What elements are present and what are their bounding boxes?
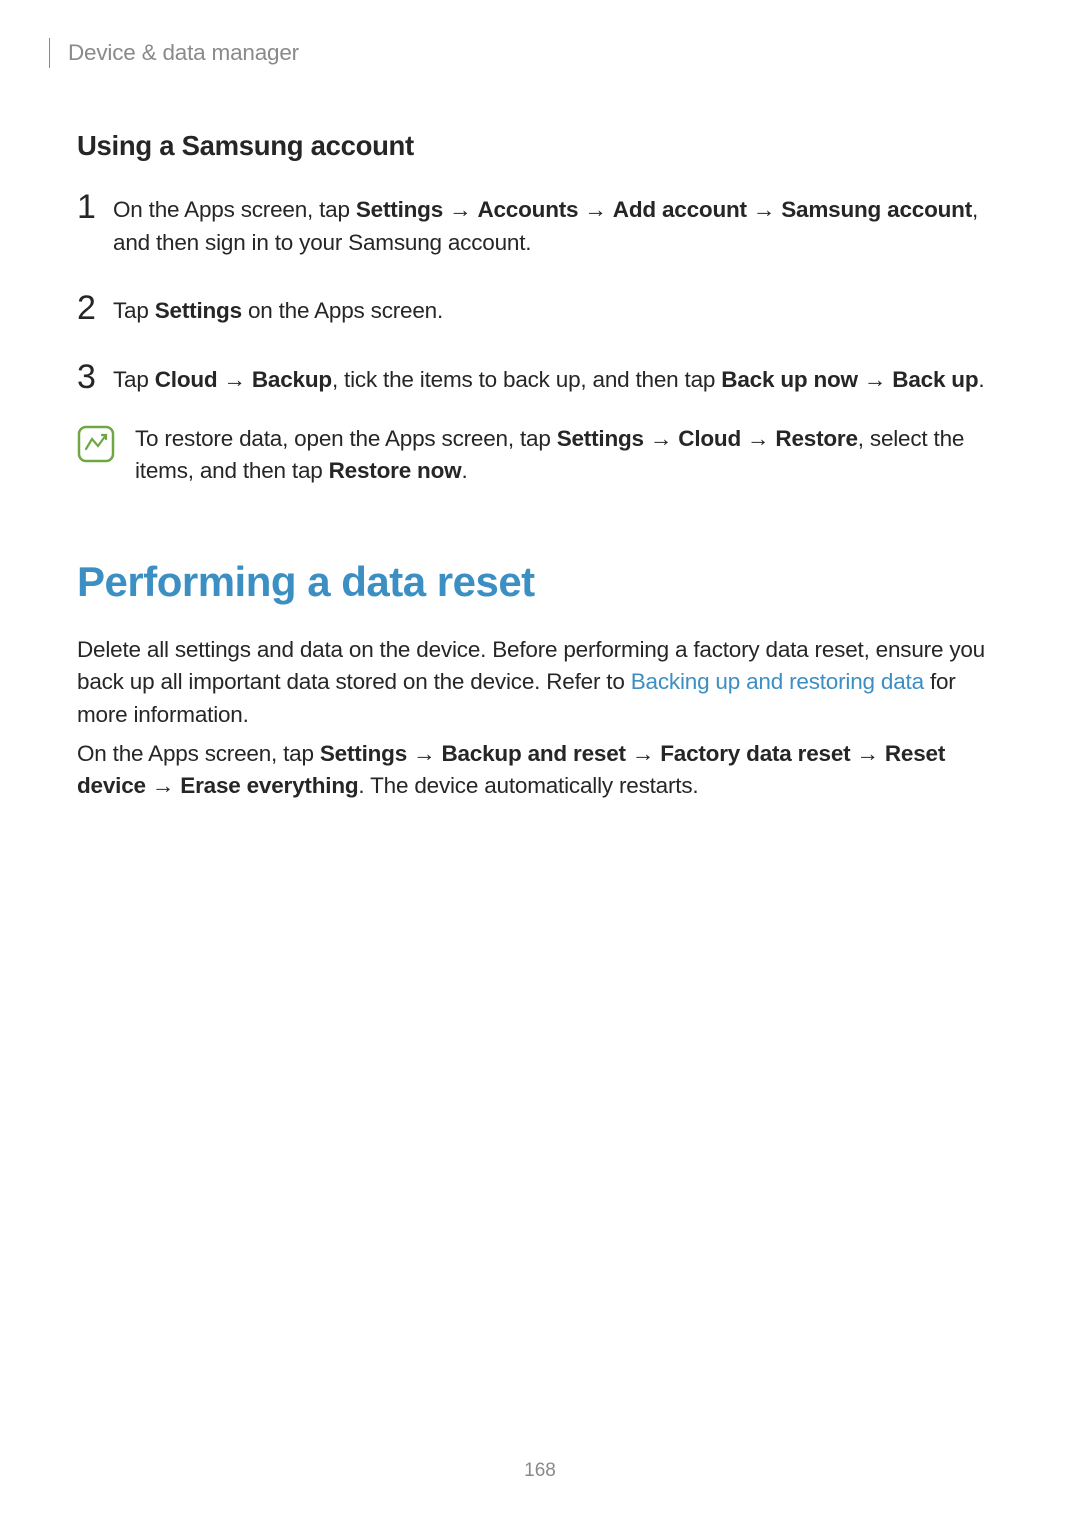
text-fragment: Tap [113,367,155,392]
bold-add-account: Add account [613,197,747,222]
bold-cloud: Cloud [155,367,218,392]
page-number: 168 [0,1460,1080,1482]
bold-accounts: Accounts [477,197,578,222]
bold-back-up: Back up [892,367,978,392]
body-paragraph: On the Apps screen, tap Settings → Backu… [77,738,1003,803]
note-icon [77,425,115,463]
note-block: To restore data, open the Apps screen, t… [77,423,1003,488]
step-text: Tap Cloud → Backup, tick the items to ba… [113,364,1003,397]
step-1: 1 On the Apps screen, tap Settings → Acc… [77,194,1003,259]
step-number: 3 [77,360,113,394]
header-divider [49,38,50,68]
arrow: → [217,367,251,392]
text-fragment: , tick the items to back up, and then ta… [332,367,721,392]
bold-samsung-account: Samsung account [781,197,972,222]
text-fragment: . [978,367,984,392]
text-fragment: . The device automatically restarts. [358,773,698,798]
bold-cloud: Cloud [678,426,741,451]
major-heading-data-reset: Performing a data reset [77,558,1003,606]
step-2: 2 Tap Settings on the Apps screen. [77,295,1003,328]
step-3: 3 Tap Cloud → Backup, tick the items to … [77,364,1003,397]
section-heading-samsung-account: Using a Samsung account [77,130,1003,162]
arrow: → [747,197,781,222]
bold-restore-now: Restore now [329,458,462,483]
step-number: 2 [77,291,113,325]
arrow: → [741,426,775,451]
bold-settings: Settings [557,426,644,451]
arrow: → [578,197,612,222]
bold-factory-reset: Factory data reset [660,741,850,766]
breadcrumb: Device & data manager [68,40,299,66]
link-backing-up[interactable]: Backing up and restoring data [631,669,924,694]
step-number: 1 [77,190,113,224]
text-fragment: To restore data, open the Apps screen, t… [135,426,557,451]
text-fragment: On the Apps screen, tap [113,197,356,222]
arrow: → [858,367,892,392]
text-fragment: Tap [113,298,155,323]
note-text: To restore data, open the Apps screen, t… [135,423,1003,488]
text-fragment: . [461,458,467,483]
step-text: On the Apps screen, tap Settings → Accou… [113,194,1003,259]
page-header: Device & data manager [49,38,1003,68]
text-fragment: on the Apps screen. [242,298,443,323]
arrow: → [626,741,660,766]
bold-backup-now: Back up now [721,367,858,392]
step-text: Tap Settings on the Apps screen. [113,295,1003,328]
bold-backup: Backup [252,367,332,392]
bold-settings: Settings [155,298,242,323]
bold-settings: Settings [320,741,407,766]
bold-backup-reset: Backup and reset [441,741,625,766]
body-paragraph: Delete all settings and data on the devi… [77,634,1003,732]
arrow: → [443,197,477,222]
bold-erase-everything: Erase everything [180,773,358,798]
arrow: → [407,741,441,766]
arrow: → [644,426,678,451]
bold-settings: Settings [356,197,443,222]
text-fragment: On the Apps screen, tap [77,741,320,766]
bold-restore: Restore [775,426,857,451]
arrow: → [850,741,884,766]
arrow: → [146,773,180,798]
